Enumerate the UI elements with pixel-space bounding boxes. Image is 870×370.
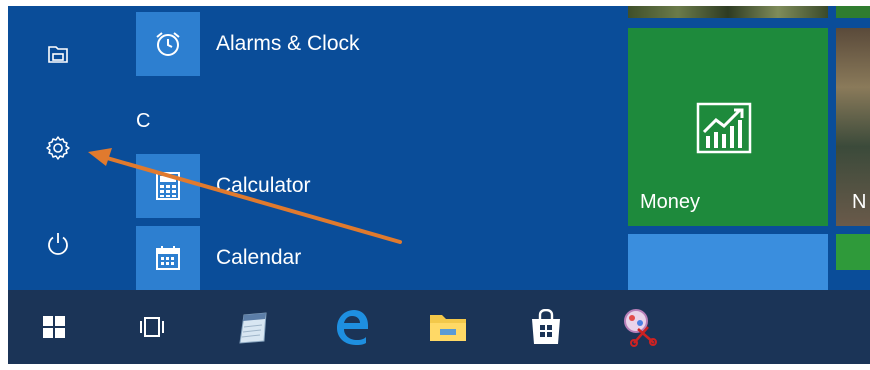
app-tile [136, 154, 200, 218]
app-label: Calendar [216, 246, 302, 269]
app-tile [136, 226, 200, 290]
start-menu-screenshot: Alarms & Clock C Calculator Calendar Mon… [8, 6, 870, 364]
start-menu-rail [8, 6, 108, 290]
snipping-tool-icon [624, 309, 657, 347]
news-tile-partial-label: N [852, 191, 867, 213]
task-view-button[interactable] [124, 299, 180, 355]
app-label: Calculator [216, 174, 311, 197]
file-explorer-rail-button[interactable] [30, 26, 86, 82]
money-tile[interactable]: Money [628, 28, 828, 226]
file-explorer-icon [48, 46, 68, 63]
file-explorer-folder-icon [430, 315, 466, 341]
notepad-taskbar-button[interactable] [226, 299, 282, 355]
app-item-calculator[interactable]: Calculator [136, 154, 606, 218]
store-icon [532, 309, 560, 344]
chart-trend-icon [696, 102, 752, 154]
settings-gear-icon [46, 136, 70, 160]
blue-tile-partial[interactable] [628, 234, 828, 290]
taskbar [8, 290, 870, 364]
live-tiles-area: Money N [624, 6, 870, 290]
green-tile-partial[interactable] [836, 6, 870, 18]
news-tile-partial[interactable]: N [836, 28, 870, 226]
power-icon [48, 233, 68, 255]
file-explorer-taskbar-button[interactable] [420, 299, 476, 355]
edge-icon [337, 310, 368, 345]
app-list-continued: Calculator Calendar [108, 6, 624, 290]
calendar-icon [156, 246, 180, 270]
notepad-icon [239, 312, 267, 344]
calculator-icon [156, 172, 180, 200]
money-tile-label: Money [640, 191, 701, 213]
green-tile-bottom-partial[interactable] [836, 234, 870, 270]
snipping-tool-taskbar-button[interactable] [612, 299, 668, 355]
photo-tile-partial[interactable] [628, 6, 828, 18]
edge-taskbar-button[interactable] [324, 299, 380, 355]
app-item-calendar[interactable]: Calendar [136, 226, 606, 290]
start-windows-icon [43, 316, 65, 338]
power-rail-button[interactable] [30, 216, 86, 272]
task-view-icon [140, 317, 164, 337]
settings-rail-button[interactable] [30, 120, 86, 176]
store-taskbar-button[interactable] [518, 299, 574, 355]
start-button[interactable] [26, 299, 82, 355]
